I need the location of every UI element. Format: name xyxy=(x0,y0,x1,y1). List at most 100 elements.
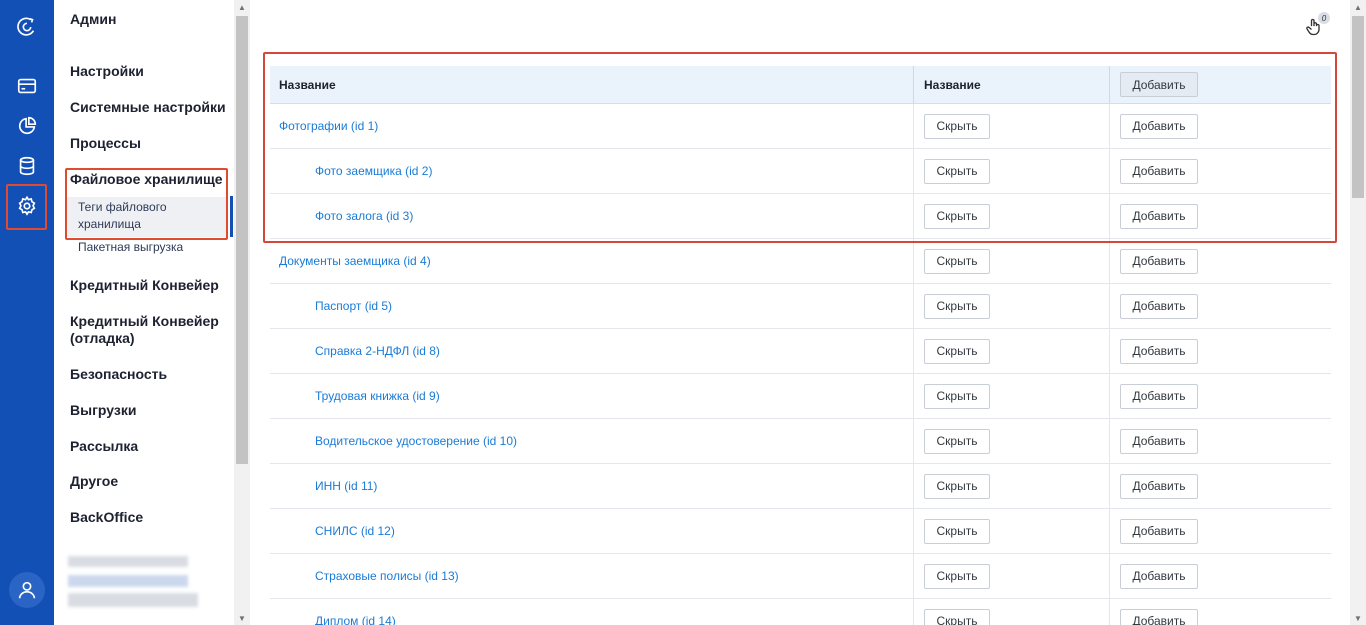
add-button[interactable]: Добавить xyxy=(1120,608,1198,625)
tag-link[interactable]: Водительское удостоверение (id 10) xyxy=(279,434,517,448)
add-button[interactable]: Добавить xyxy=(1120,338,1198,364)
main-scrollbar[interactable]: ▲ ▼ xyxy=(1350,0,1366,625)
main-scroll-thumb[interactable] xyxy=(1352,16,1364,198)
add-root-button[interactable]: Добавить xyxy=(1120,72,1198,97)
menu-item-system-settings[interactable]: Системные настройки xyxy=(70,99,226,116)
scroll-down-arrow-icon[interactable]: ▼ xyxy=(1350,611,1366,625)
tag-link[interactable]: Фотографии (id 1) xyxy=(279,119,378,133)
add-button[interactable]: Добавить xyxy=(1120,203,1198,229)
hide-button[interactable]: Скрыть xyxy=(924,203,990,229)
column-header-add: Добавить xyxy=(1109,66,1331,103)
card-icon[interactable] xyxy=(9,68,45,104)
table-row: Документы заемщика (id 4) Скрыть Добавить xyxy=(270,239,1331,284)
hide-button[interactable]: Скрыть xyxy=(924,293,990,319)
row-name-cell: Водительское удостоверение (id 10) xyxy=(270,419,913,463)
row-add-cell: Добавить xyxy=(1109,284,1331,328)
hide-button[interactable]: Скрыть xyxy=(924,563,990,589)
hide-button[interactable]: Скрыть xyxy=(924,248,990,274)
menu-item-processes[interactable]: Процессы xyxy=(70,135,141,152)
table-row: Трудовая книжка (id 9) Скрыть Добавить xyxy=(270,374,1331,419)
main-content: 0 Название Название Добавить Фотографии … xyxy=(250,0,1350,625)
scroll-up-arrow-icon[interactable]: ▲ xyxy=(234,0,250,14)
column-header-name: Название xyxy=(279,77,336,92)
row-name-cell: Фото залога (id 3) xyxy=(270,194,913,238)
table-row: Фото заемщика (id 2) Скрыть Добавить xyxy=(270,149,1331,194)
hide-button[interactable]: Скрыть xyxy=(924,428,990,454)
submenu-item-batch-export[interactable]: Пакетная выгрузка xyxy=(78,239,183,256)
row-name-cell: Трудовая книжка (id 9) xyxy=(270,374,913,418)
hide-button[interactable]: Скрыть xyxy=(924,113,990,139)
table-row: Справка 2-НДФЛ (id 8) Скрыть Добавить xyxy=(270,329,1331,374)
row-name-cell: Паспорт (id 5) xyxy=(270,284,913,328)
menu-item-credit-pipeline[interactable]: Кредитный Конвейер xyxy=(70,277,219,294)
add-button[interactable]: Добавить xyxy=(1120,563,1198,589)
menu-scrollbar[interactable]: ▲ ▼ xyxy=(234,0,250,625)
menu-item-credit-pipeline-debug[interactable]: Кредитный Конвейер (отладка) xyxy=(70,313,230,347)
tag-link[interactable]: Справка 2-НДФЛ (id 8) xyxy=(279,344,440,358)
menu-item-backoffice[interactable]: BackOffice xyxy=(70,509,143,526)
hide-button[interactable]: Скрыть xyxy=(924,608,990,625)
user-role-redacted xyxy=(68,575,188,587)
icon-rail xyxy=(0,0,54,625)
tag-link[interactable]: Диплом (id 14) xyxy=(279,614,396,625)
menu-item-exports[interactable]: Выгрузки xyxy=(70,402,136,419)
pie-chart-icon[interactable] xyxy=(9,108,45,144)
gesture-button[interactable]: 0 xyxy=(1302,12,1330,38)
menu-item-security[interactable]: Безопасность xyxy=(70,366,167,383)
user-name-redacted xyxy=(68,556,188,567)
menu-scroll-thumb[interactable] xyxy=(236,16,248,464)
scroll-down-arrow-icon[interactable]: ▼ xyxy=(234,611,250,625)
row-add-cell: Добавить xyxy=(1109,599,1331,625)
table-body: Фотографии (id 1) Скрыть Добавить Фото заем… xyxy=(270,104,1331,625)
scroll-up-arrow-icon[interactable]: ▲ xyxy=(1350,0,1366,14)
row-hide-cell: Скрыть xyxy=(913,419,1109,463)
tag-link[interactable]: Фото заемщика (id 2) xyxy=(279,164,432,178)
row-hide-cell: Скрыть xyxy=(913,149,1109,193)
row-name-cell: Справка 2-НДФЛ (id 8) xyxy=(270,329,913,373)
row-hide-cell: Скрыть xyxy=(913,284,1109,328)
row-hide-cell: Скрыть xyxy=(913,104,1109,148)
tag-link[interactable]: Фото залога (id 3) xyxy=(279,209,413,223)
active-indicator xyxy=(230,196,233,237)
table-row: СНИЛС (id 12) Скрыть Добавить xyxy=(270,509,1331,554)
logo-icon[interactable] xyxy=(9,9,45,45)
tag-link[interactable]: ИНН (id 11) xyxy=(279,479,377,493)
hide-button[interactable]: Скрыть xyxy=(924,383,990,409)
add-button[interactable]: Добавить xyxy=(1120,473,1198,499)
tag-link[interactable]: Паспорт (id 5) xyxy=(279,299,392,313)
menu-item-mailing[interactable]: Рассылка xyxy=(70,438,138,455)
table-row: ИНН (id 11) Скрыть Добавить xyxy=(270,464,1331,509)
row-hide-cell: Скрыть xyxy=(913,374,1109,418)
database-icon[interactable] xyxy=(9,148,45,184)
hide-button[interactable]: Скрыть xyxy=(924,473,990,499)
row-add-cell: Добавить xyxy=(1109,419,1331,463)
tag-link[interactable]: Документы заемщика (id 4) xyxy=(279,254,431,268)
settings-highlight-frame xyxy=(6,184,47,230)
table-row: Фото залога (id 3) Скрыть Добавить xyxy=(270,194,1331,239)
row-name-cell: Страховые полисы (id 13) xyxy=(270,554,913,598)
menu-item-other[interactable]: Другое xyxy=(70,473,118,490)
add-button[interactable]: Добавить xyxy=(1120,428,1198,454)
hide-button[interactable]: Скрыть xyxy=(924,518,990,544)
row-hide-cell: Скрыть xyxy=(913,194,1109,238)
tag-link[interactable]: СНИЛС (id 12) xyxy=(279,524,395,538)
tag-link[interactable]: Страховые полисы (id 13) xyxy=(279,569,459,583)
row-add-cell: Добавить xyxy=(1109,104,1331,148)
table-row: Диплом (id 14) Скрыть Добавить xyxy=(270,599,1331,625)
add-button[interactable]: Добавить xyxy=(1120,383,1198,409)
menu-item-settings[interactable]: Настройки xyxy=(70,63,144,80)
row-name-cell: Диплом (id 14) xyxy=(270,599,913,625)
hide-button[interactable]: Скрыть xyxy=(924,338,990,364)
app-root: Админ Настройки Системные настройки Проц… xyxy=(0,0,1366,625)
add-button[interactable]: Добавить xyxy=(1120,113,1198,139)
add-button[interactable]: Добавить xyxy=(1120,293,1198,319)
user-icon[interactable] xyxy=(9,572,45,608)
row-add-cell: Добавить xyxy=(1109,149,1331,193)
add-button[interactable]: Добавить xyxy=(1120,248,1198,274)
hide-button[interactable]: Скрыть xyxy=(924,158,990,184)
tag-link[interactable]: Трудовая книжка (id 9) xyxy=(279,389,440,403)
row-name-cell: ИНН (id 11) xyxy=(270,464,913,508)
add-button[interactable]: Добавить xyxy=(1120,518,1198,544)
row-add-cell: Добавить xyxy=(1109,464,1331,508)
add-button[interactable]: Добавить xyxy=(1120,158,1198,184)
